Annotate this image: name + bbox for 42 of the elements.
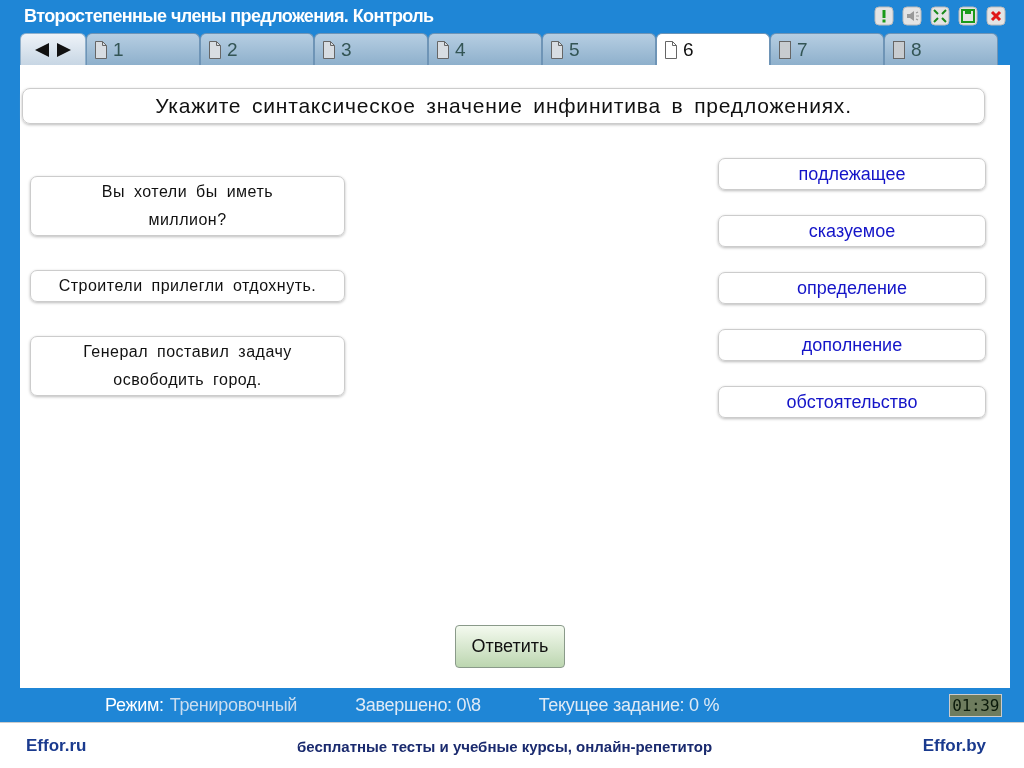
sentence-card[interactable]: Строители прилегли отдохнуть. bbox=[30, 270, 345, 302]
window-title: Второстепенные члены предложения. Контроль bbox=[24, 5, 435, 27]
sentence-card[interactable]: Генерал поставил задачу освободить город. bbox=[30, 336, 345, 396]
page-icon bbox=[323, 40, 335, 59]
answer-option[interactable]: определение bbox=[718, 272, 986, 304]
timer: 01:39 bbox=[949, 693, 1002, 717]
exclamation-icon[interactable] bbox=[874, 6, 894, 26]
submit-button[interactable]: Ответить bbox=[455, 625, 565, 668]
fullscreen-icon[interactable] bbox=[930, 6, 950, 26]
site-logo[interactable]: Effor.ru bbox=[26, 736, 87, 756]
tab[interactable]: 8 bbox=[884, 33, 998, 65]
answer-option[interactable]: сказуемое bbox=[718, 215, 986, 247]
blank-page-icon bbox=[779, 40, 791, 59]
tab[interactable]: 4 bbox=[428, 33, 542, 65]
mode-label: Режим: bbox=[105, 694, 164, 716]
answer-option[interactable]: обстоятельство bbox=[718, 386, 986, 418]
tab[interactable]: 7 bbox=[770, 33, 884, 65]
completed-count: Завершено: 0\8 bbox=[355, 694, 481, 716]
tab[interactable]: 5 bbox=[542, 33, 656, 65]
blank-page-icon bbox=[893, 40, 905, 59]
close-icon[interactable] bbox=[986, 6, 1006, 26]
page-icon bbox=[209, 40, 221, 59]
tab[interactable]: 6 bbox=[656, 33, 770, 65]
footer-tagline: бесплатные тесты и учебные курсы, онлайн-репетитор bbox=[296, 737, 713, 755]
tab[interactable]: 3 bbox=[314, 33, 428, 65]
answer-option[interactable]: подлежащее bbox=[718, 158, 986, 190]
page-icon bbox=[437, 40, 449, 59]
tab[interactable]: 2 bbox=[200, 33, 314, 65]
page-icon bbox=[665, 40, 677, 59]
left-arrow-icon[interactable] bbox=[34, 42, 50, 57]
question-text: Укажите синтаксическое значение инфинитива в предложениях. bbox=[22, 88, 985, 124]
current-task-label: Текущее задание: 0 % bbox=[538, 694, 720, 716]
tab[interactable]: 1 bbox=[86, 33, 200, 65]
right-arrow-icon[interactable] bbox=[56, 42, 72, 57]
page-icon bbox=[95, 40, 107, 59]
save-icon[interactable] bbox=[958, 6, 978, 26]
sentence-card[interactable]: Вы хотели бы иметь миллион? bbox=[30, 176, 345, 236]
mode-value: Тренировочный bbox=[169, 694, 298, 716]
page-icon bbox=[551, 40, 563, 59]
answer-option[interactable]: дополнение bbox=[718, 329, 986, 361]
speaker-icon[interactable] bbox=[902, 6, 922, 26]
site-logo[interactable]: Effor.by bbox=[922, 736, 986, 756]
